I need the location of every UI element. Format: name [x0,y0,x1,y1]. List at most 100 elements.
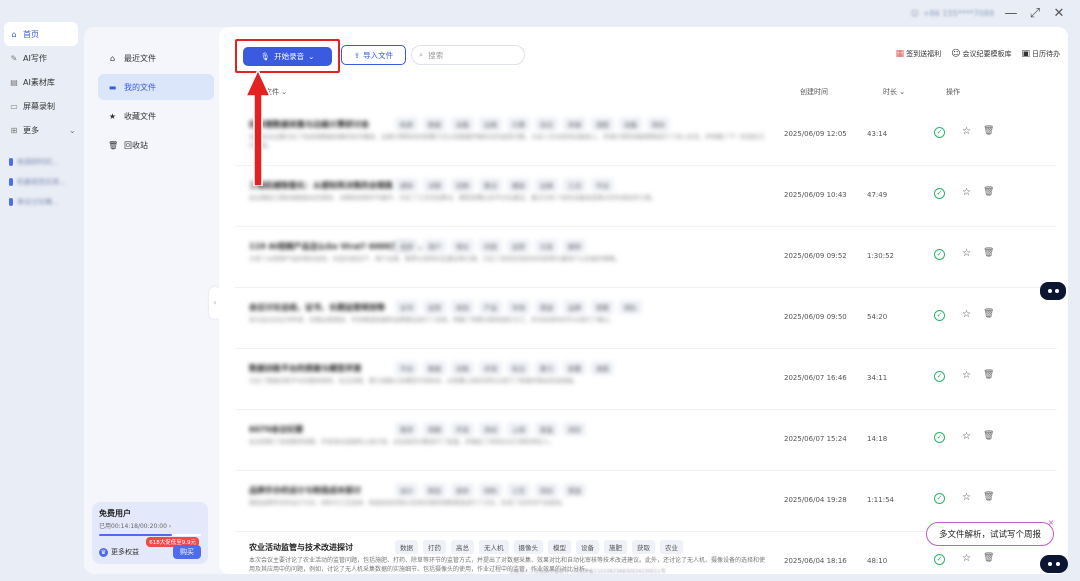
tag: 需求 [395,422,418,436]
file-title[interactable]: 品牌手办的设计与制造成本探讨 [249,485,361,496]
account-info[interactable]: ☺ +86 155****7089 [911,9,994,18]
file-title[interactable]: 农业活动监管与技术改进探讨 [249,542,353,553]
calendar-todo-link[interactable]: ▣ 日历待办 [1021,49,1060,59]
file-summary: 围绕品牌手办的设计方向、材料与工艺选择、制造成本控制以及供应链和销售渠道进行了讨… [249,500,568,507]
table-row[interactable]: 119 AI视频产品怎么Go Viral? 6000万用户... 视频 用户 增长 内容… [235,227,1057,288]
recent-item[interactable]: 机器视觉应用... [0,172,82,192]
assistant-bot-icon[interactable] [1040,555,1068,573]
tag: 采集 [451,117,474,131]
mic-icon [9,158,13,166]
recent-item[interactable]: 他调研时的... [0,152,82,172]
search-input[interactable]: ⌕ 搜索 [411,45,525,65]
file-summary: 本次会议主要讨论了机床侧数据采集的技术路线、边缘计算网关的部署方式以及数据传输协… [249,134,766,150]
table-row[interactable]: 会议讨论总结，证书、长期运营规划等 证书 运营 规划 产品 市场 渠道 品牌 预算 团队 本次会议对… [235,288,1057,349]
fnav-recent-files[interactable]: ⌂ 最近文件 [98,45,214,71]
calendar-gift-icon: ▦ [895,49,905,59]
file-title[interactable]: 6070会议纪要 [249,424,303,435]
tag: 算力 [535,361,558,375]
tag: 品牌 [563,300,586,314]
header-created: 创建时间 [800,88,828,96]
usage-text[interactable]: 已用00:14:18/00:20:00 › [99,521,201,530]
created-time: 2025/06/07 16:46 [784,374,847,382]
star-icon[interactable]: ☆ [962,309,971,320]
check-circle-icon: ✓ [934,188,945,199]
tag: 运营 [507,239,530,253]
star-icon[interactable]: ☆ [962,248,971,259]
nav-ai-library[interactable]: ▤ AI素材库 [0,70,82,94]
assistant-bot-icon[interactable] [1040,282,1066,300]
duration: 14:18 [867,435,888,443]
fnav-my-files[interactable]: ▬ 我的文件 [98,74,214,100]
star-icon[interactable]: ☆ [962,553,971,564]
fnav-trash[interactable]: 🗑 回收站 [98,132,214,158]
check-circle-icon: ✓ [934,371,945,382]
tag: 存储 [563,117,586,131]
file-title[interactable]: 会议讨论总结，证书、长期运营规划等 [249,302,385,313]
trash-icon[interactable]: 🗑 [983,431,994,441]
checkin-reward-link[interactable]: ▦ 签到送福利 [896,49,942,59]
trash-icon[interactable]: 🗑 [983,370,994,380]
close-button[interactable]: ✕ [1052,6,1066,21]
tag: 设备 [619,117,642,131]
trash-icon[interactable]: 🗑 [983,187,994,197]
nav-ai-write[interactable]: ✎ AI写作 [0,46,82,70]
minimize-button[interactable]: — [1004,6,1018,21]
table-row[interactable]: 工程机械智能化：从感知到决策的全链路 感知 决策 控制 算法 模型 边缘 工况 平台 会议围绕工程… [235,166,1057,227]
tag: 模型 [507,178,530,192]
more-benefits-link[interactable]: ♛ 更多权益 [99,547,139,557]
nav-home[interactable]: ⌂ 首页 [4,22,78,46]
table-row[interactable]: 6070会议纪要 需求 排期 开发 测试 上线 复盘 风险 会议回顾了本周需求排期、开发测试进度… [235,410,1057,471]
tip-close-icon[interactable]: × [1046,518,1056,528]
trash-icon[interactable]: 🗑 [983,248,994,258]
tag: 打药 [423,540,446,554]
buy-button[interactable]: 购买 [173,545,201,559]
trash-icon[interactable]: 🗑 [983,126,994,136]
start-recording-button[interactable]: 🎙 开始录音 ⌄ [243,47,332,66]
library-icon: ▤ [10,77,18,87]
star-icon[interactable]: ☆ [962,431,971,442]
duration: 1:30:52 [867,252,894,260]
header-actions: 操作 [946,88,960,96]
tag-list: 设计 制造 成本 材料 工艺 供应 渠道 [395,483,586,497]
nav-more[interactable]: ⊞ 更多 ⌄ [0,118,82,142]
header-duration[interactable]: 时长 ⌄ [883,87,905,97]
import-file-button[interactable]: ⇪ 导入文件 [341,45,406,65]
star-icon[interactable]: ☆ [962,492,971,503]
import-icon: ⇪ [353,50,361,60]
trash-icon[interactable]: 🗑 [983,492,994,502]
file-summary: 本次会议对证书申请、长期运营规划、市场渠道拓展和品牌建设进行了总结，明确了预算分… [249,317,616,324]
star-icon[interactable]: ☆ [962,126,971,137]
search-icon: ⌕ [419,50,424,59]
fnav-favorites[interactable]: ★ 收藏文件 [98,103,214,129]
file-title[interactable]: 数据训练平台的搭建与模型评测 [249,363,361,374]
tag: 上线 [507,422,530,436]
nav-screen-record[interactable]: ▭ 屏幕录制 [0,94,82,118]
file-title[interactable]: 工程机械智能化：从感知到决策的全链路 [249,180,393,191]
recent-item[interactable]: 审议讨论稿... [0,192,82,212]
assistant-tip[interactable]: 多文件解析，试试写个周报 [926,522,1054,546]
star-icon[interactable]: ☆ [962,187,971,198]
tag: 用户 [423,239,446,253]
table-row[interactable]: 机床侧数据采集与边缘计算研讨会 机床 数据 采集 边缘 计算 协议 存储 调度 设备 网关 本次会议主… [235,105,1057,166]
check-circle-icon: ✓ [934,554,945,565]
star-icon: ★ [108,111,117,121]
tag: 设备 [576,540,599,554]
tag-list: 需求 排期 开发 测试 上线 复盘 风险 [395,422,586,436]
duration: 1:11:54 [867,496,894,504]
tag-list: 数据 打药 高总 无人机 摄像头 模型 设备 施肥 获取 农业 [395,540,683,554]
tag: 预算 [591,300,614,314]
table-row[interactable]: 数据训练平台的搭建与模型评测 平台 数据 训练 评测 标注 算力 部署 调度 讨论了数据训练平台的… [235,349,1057,410]
tag: 摄像头 [513,540,543,554]
tag: 协议 [535,117,558,131]
duration: 54:20 [867,313,888,321]
template-library-link[interactable]: ☺ 会议纪要模板库 [951,49,1011,59]
tag: 工况 [563,178,586,192]
trash-icon[interactable]: 🗑 [983,553,994,563]
star-icon[interactable]: ☆ [962,370,971,381]
check-circle-icon: ✓ [934,493,945,504]
tag: 分发 [535,239,558,253]
tag: 排期 [423,422,446,436]
trash-icon[interactable]: 🗑 [983,309,994,319]
restore-button[interactable]: ⤢ [1028,6,1042,21]
tag: 供应 [535,483,558,497]
